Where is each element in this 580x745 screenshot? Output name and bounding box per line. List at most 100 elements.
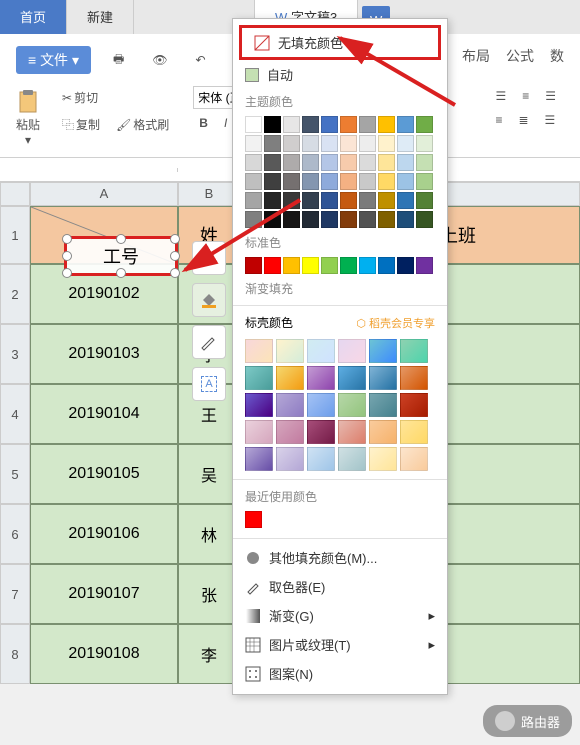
col-header[interactable]: A [30, 182, 178, 206]
resize-handle[interactable] [170, 234, 180, 244]
color-swatch[interactable] [340, 116, 357, 133]
row-header[interactable]: 2 [0, 264, 30, 324]
color-swatch[interactable] [359, 154, 376, 171]
italic-button[interactable]: I [218, 113, 233, 133]
color-swatch[interactable] [245, 154, 262, 171]
color-swatch[interactable] [397, 211, 414, 228]
cell[interactable]: 20190106 [30, 504, 178, 564]
resize-handle[interactable] [116, 234, 126, 244]
color-swatch[interactable] [397, 154, 414, 171]
cell[interactable]: 李 [178, 624, 240, 684]
bold-button[interactable]: B [193, 113, 214, 133]
gradient-swatch[interactable] [338, 339, 366, 363]
color-swatch[interactable] [378, 116, 395, 133]
preview-icon[interactable]: 👁 [146, 46, 173, 74]
color-swatch[interactable] [321, 135, 338, 152]
color-swatch[interactable] [416, 116, 433, 133]
color-swatch[interactable] [264, 154, 281, 171]
menu-pagelayout[interactable]: 布局 [462, 46, 490, 74]
color-swatch[interactable] [359, 173, 376, 190]
resize-handle[interactable] [62, 234, 72, 244]
color-swatch[interactable] [264, 173, 281, 190]
color-swatch[interactable] [283, 211, 300, 228]
name-box[interactable] [0, 168, 178, 172]
gradient-swatch[interactable] [276, 420, 304, 444]
gradient-swatch[interactable] [307, 393, 335, 417]
resize-handle[interactable] [116, 268, 126, 278]
color-swatch[interactable] [340, 257, 357, 274]
gradient-swatch[interactable] [400, 420, 428, 444]
color-swatch[interactable] [397, 173, 414, 190]
color-swatch[interactable] [378, 154, 395, 171]
gradient-swatch[interactable] [338, 420, 366, 444]
outline-button[interactable] [192, 325, 226, 359]
row-header[interactable]: 4 [0, 384, 30, 444]
color-swatch[interactable] [340, 154, 357, 171]
gradient-swatch[interactable] [400, 447, 428, 471]
color-swatch[interactable] [283, 257, 300, 274]
color-swatch[interactable] [302, 173, 319, 190]
row-header[interactable]: 7 [0, 564, 30, 624]
color-swatch[interactable] [302, 192, 319, 209]
font-style-button[interactable]: A [192, 367, 226, 401]
color-swatch[interactable] [264, 257, 281, 274]
gradient-swatch[interactable] [369, 339, 397, 363]
more-colors-option[interactable]: 其他填充颜色(M)... [233, 543, 447, 572]
gradient-swatch[interactable] [307, 420, 335, 444]
gradient-swatch[interactable] [245, 366, 273, 390]
resize-handle[interactable] [62, 251, 72, 261]
gradient-swatch[interactable] [307, 339, 335, 363]
resize-handle[interactable] [170, 268, 180, 278]
color-swatch[interactable] [283, 192, 300, 209]
color-swatch[interactable] [321, 211, 338, 228]
tab-home[interactable]: 首页 [0, 0, 67, 34]
auto-color-option[interactable]: 自动 [233, 60, 447, 89]
row-header[interactable]: 5 [0, 444, 30, 504]
cell[interactable]: 林 [178, 504, 240, 564]
fill-color-button[interactable] [192, 283, 226, 317]
gradient-swatch[interactable] [276, 393, 304, 417]
gradient-swatch[interactable] [338, 366, 366, 390]
color-swatch[interactable] [416, 211, 433, 228]
gradient-swatch[interactable] [245, 447, 273, 471]
color-swatch[interactable] [245, 135, 262, 152]
color-swatch[interactable] [416, 173, 433, 190]
row-header[interactable]: 6 [0, 504, 30, 564]
pattern-option[interactable]: 图案(N) [233, 659, 447, 688]
color-swatch[interactable] [321, 257, 338, 274]
copy-button[interactable]: ⿻ 复制 [56, 113, 106, 136]
align-center-icon[interactable]: ≣ [512, 110, 534, 130]
color-swatch[interactable] [359, 192, 376, 209]
select-all-corner[interactable] [0, 182, 30, 206]
color-swatch[interactable] [416, 154, 433, 171]
resize-handle[interactable] [170, 251, 180, 261]
color-swatch[interactable] [302, 211, 319, 228]
color-swatch[interactable] [340, 192, 357, 209]
cell[interactable]: 20190107 [30, 564, 178, 624]
gradient-swatch[interactable] [400, 366, 428, 390]
cell[interactable]: 20190105 [30, 444, 178, 504]
resize-handle[interactable] [62, 268, 72, 278]
cell[interactable]: 20190103 [30, 324, 178, 384]
tab-new[interactable]: 新建 [67, 0, 134, 34]
gradient-swatch[interactable] [369, 447, 397, 471]
gradient-swatch[interactable] [369, 366, 397, 390]
gradient-swatch[interactable] [307, 447, 335, 471]
no-fill-option[interactable]: 无填充颜色 [239, 25, 441, 60]
color-swatch[interactable] [264, 135, 281, 152]
color-swatch[interactable] [340, 135, 357, 152]
color-swatch[interactable] [416, 135, 433, 152]
gradient-swatch[interactable] [245, 393, 273, 417]
color-swatch[interactable] [397, 192, 414, 209]
color-swatch[interactable] [340, 173, 357, 190]
cell[interactable]: 20190104 [30, 384, 178, 444]
color-swatch[interactable] [378, 173, 395, 190]
gradient-menu-option[interactable]: 渐变(G)▸ [233, 601, 447, 630]
paste-button[interactable]: 粘贴▾ [12, 86, 44, 149]
gradient-swatch[interactable] [307, 366, 335, 390]
format-painter[interactable]: 🖌 格式刷 [110, 113, 175, 136]
color-swatch[interactable] [359, 257, 376, 274]
gradient-swatch[interactable] [400, 339, 428, 363]
color-swatch[interactable] [245, 211, 262, 228]
align-left2-icon[interactable]: ≡ [489, 110, 508, 130]
